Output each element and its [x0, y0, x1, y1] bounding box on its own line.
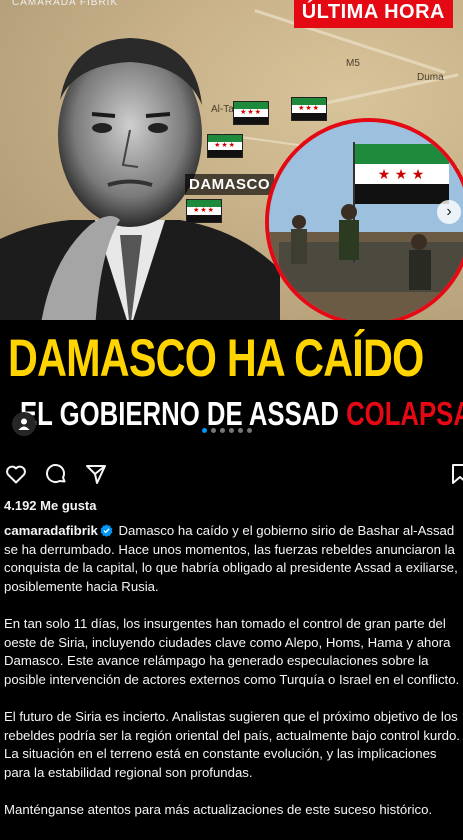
tagged-users-button[interactable]: [12, 412, 36, 436]
post-caption: camaradafibrik Damasco ha caído y el gob…: [4, 522, 460, 838]
svg-text:★ ★ ★: ★ ★ ★: [378, 167, 425, 183]
carousel-indicator: [202, 428, 252, 433]
map-label-duma: Duma: [417, 72, 444, 83]
city-label: DAMASCO: [185, 174, 274, 195]
comment-icon: [46, 464, 66, 483]
share-button[interactable]: [84, 462, 108, 491]
carousel-dot: [202, 428, 207, 433]
share-icon: [86, 465, 106, 484]
breaking-news-badge: ÚLTIMA HORA: [293, 0, 453, 28]
caption-paragraph-3: El futuro de Siria es incierto. Analista…: [4, 708, 460, 780]
chevron-right-icon: ›: [446, 203, 452, 220]
carousel-dot: [220, 428, 225, 433]
carousel-dot: [238, 428, 243, 433]
carousel-dot: [229, 428, 234, 433]
next-slide-button[interactable]: ›: [437, 200, 461, 224]
save-button[interactable]: [448, 462, 463, 491]
caption-paragraph-2: En tan solo 11 días, los insurgentes han…: [4, 615, 460, 687]
post-actions-bar: [0, 460, 463, 490]
rebel-flag-marker: ★★★: [291, 97, 327, 121]
headline-line-2-prefix: EL GOBIERNO DE ASSAD: [20, 395, 339, 432]
like-button[interactable]: [4, 462, 28, 491]
verified-badge-icon: [100, 524, 113, 537]
carousel-dot: [211, 428, 216, 433]
bookmark-icon: [452, 464, 463, 484]
post-image-carousel[interactable]: Al-Tal Duma M5 ★★★ ★★★ ★★★ ★★★ ★★★ CAMAR…: [0, 0, 463, 451]
headline-line-1: DAMASCO HA CAÍDO: [8, 329, 424, 388]
user-icon: [18, 418, 30, 430]
overlay-username: CAMARADA FIBRIK: [12, 0, 119, 8]
map-label-m5: M5: [346, 58, 360, 69]
carousel-dot: [247, 428, 252, 433]
comment-button[interactable]: [44, 462, 68, 491]
headline-line-2-highlight: COLAPSA: [346, 395, 463, 432]
caption-paragraph-4: Manténganse atentos para más actualizaci…: [4, 801, 433, 817]
caption-username[interactable]: camaradafibrik: [4, 523, 98, 538]
heart-icon: [6, 465, 26, 484]
likes-count[interactable]: 4.192 Me gusta: [4, 498, 97, 513]
rebels-photo-inset: ★ ★ ★: [265, 118, 463, 326]
